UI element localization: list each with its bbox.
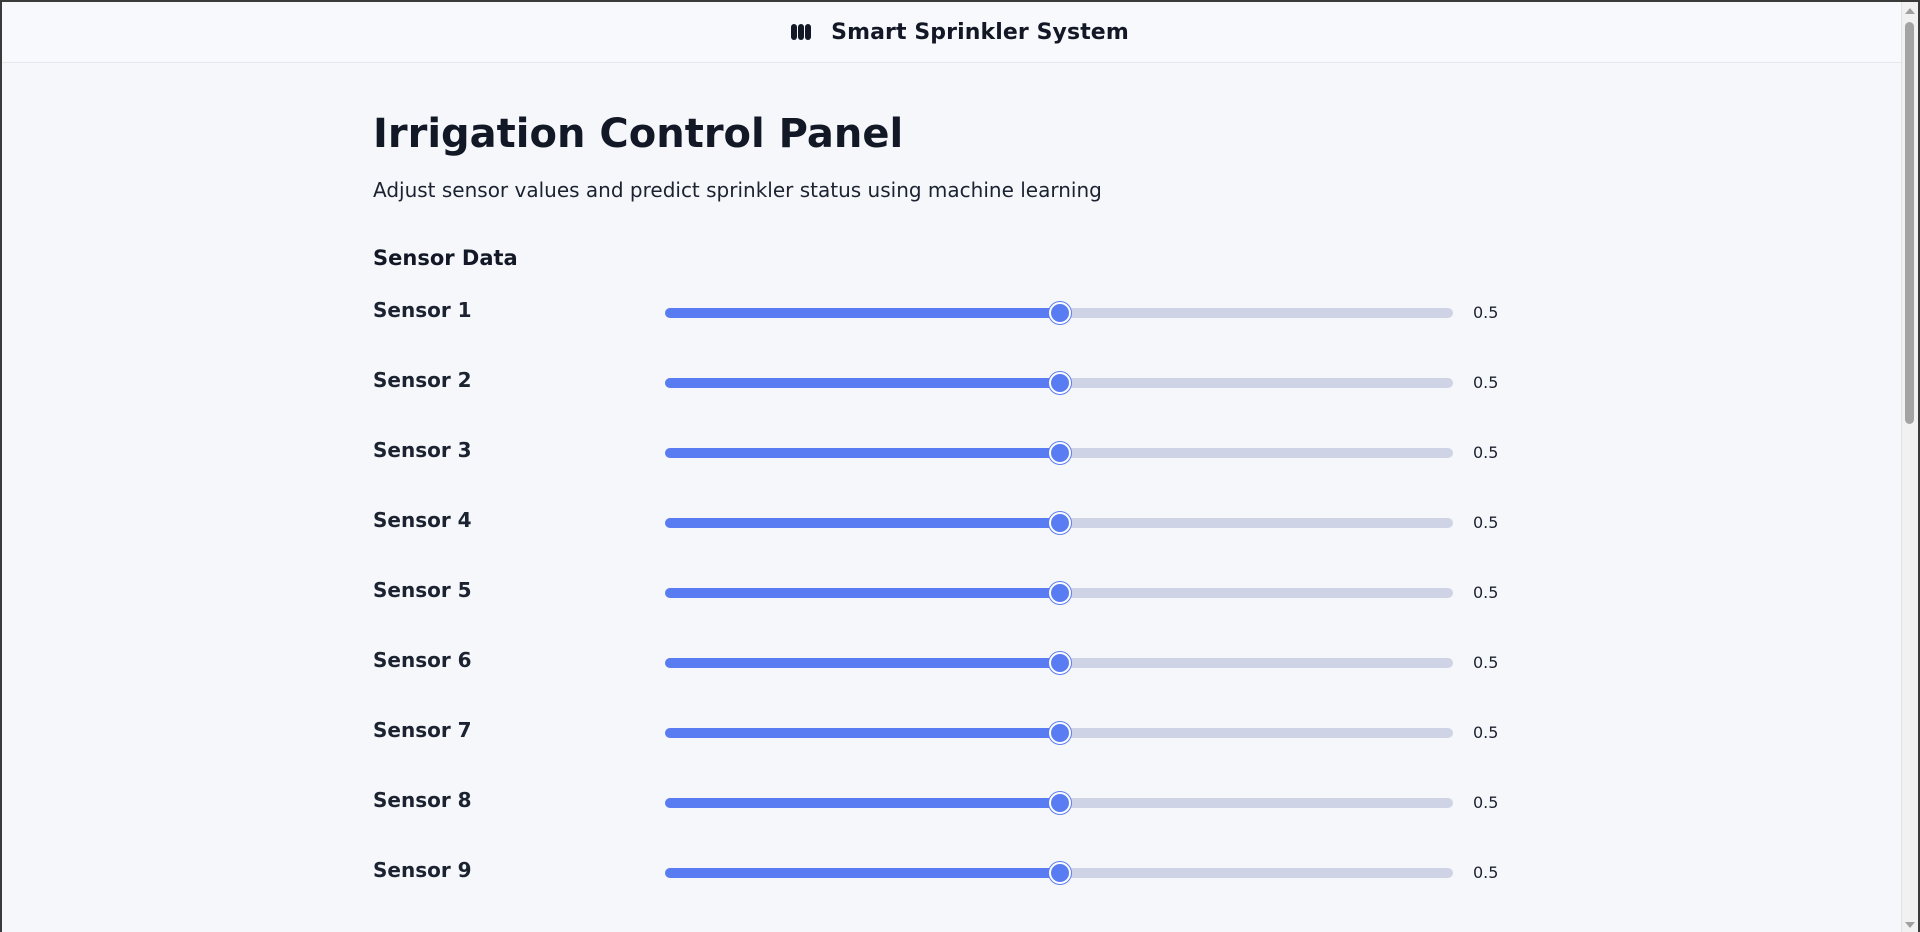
sensor-slider[interactable]: [665, 722, 1453, 744]
sensor-value: 0.5: [1473, 373, 1499, 392]
main-content: Irrigation Control Panel Adjust sensor v…: [373, 62, 1513, 918]
sensor-slider[interactable]: [665, 302, 1453, 324]
sensor-label: Sensor 4: [373, 508, 472, 532]
page-title: Irrigation Control Panel: [373, 111, 904, 157]
sensor-label: Sensor 9: [373, 858, 472, 882]
sensor-row: Sensor 7 0.5: [373, 708, 1513, 778]
sensor-value: 0.5: [1473, 793, 1499, 812]
section-title-sensor-data: Sensor Data: [373, 246, 518, 270]
slider-fill: [665, 868, 1059, 878]
slider-fill: [665, 798, 1059, 808]
slider-thumb[interactable]: [1049, 722, 1071, 744]
sensor-value: 0.5: [1473, 303, 1499, 322]
sensor-row: Sensor 9 0.5: [373, 848, 1513, 918]
logo-bar: [791, 24, 798, 40]
slider-fill: [665, 518, 1059, 528]
top-header: Smart Sprinkler System: [2, 2, 1918, 63]
sensor-slider[interactable]: [665, 442, 1453, 464]
sensor-list: Sensor 1 0.5 Sensor 2 0.5 Sensor 3 0.5 S…: [373, 288, 1513, 918]
slider-thumb[interactable]: [1049, 862, 1071, 884]
slider-thumb[interactable]: [1049, 442, 1071, 464]
sensor-slider[interactable]: [665, 582, 1453, 604]
vertical-scrollbar[interactable]: [1901, 2, 1918, 932]
sensor-slider[interactable]: [665, 512, 1453, 534]
page-subtitle: Adjust sensor values and predict sprinkl…: [373, 178, 1102, 202]
sensor-value: 0.5: [1473, 443, 1499, 462]
sensor-row: Sensor 5 0.5: [373, 568, 1513, 638]
slider-fill: [665, 308, 1059, 318]
slider-fill: [665, 588, 1059, 598]
sensor-row: Sensor 4 0.5: [373, 498, 1513, 568]
sensor-label: Sensor 5: [373, 578, 472, 602]
slider-fill: [665, 728, 1059, 738]
scrollbar-thumb[interactable]: [1905, 22, 1914, 424]
scroll-down-arrow-icon[interactable]: [1905, 922, 1915, 928]
sensor-label: Sensor 6: [373, 648, 472, 672]
sensor-slider[interactable]: [665, 792, 1453, 814]
slider-thumb[interactable]: [1049, 582, 1071, 604]
sensor-label: Sensor 2: [373, 368, 472, 392]
slider-thumb[interactable]: [1049, 512, 1071, 534]
sensor-value: 0.5: [1473, 653, 1499, 672]
sensor-row: Sensor 8 0.5: [373, 778, 1513, 848]
sensor-row: Sensor 2 0.5: [373, 358, 1513, 428]
logo-bar: [798, 24, 805, 40]
sensor-row: Sensor 6 0.5: [373, 638, 1513, 708]
sensor-value: 0.5: [1473, 863, 1499, 882]
sensor-slider[interactable]: [665, 862, 1453, 884]
sensor-value: 0.5: [1473, 583, 1499, 602]
slider-fill: [665, 658, 1059, 668]
sensor-label: Sensor 3: [373, 438, 472, 462]
scroll-up-arrow-icon[interactable]: [1905, 8, 1915, 14]
app-window: Smart Sprinkler System Irrigation Contro…: [0, 0, 1920, 932]
sensor-row: Sensor 3 0.5: [373, 428, 1513, 498]
slider-fill: [665, 378, 1059, 388]
sensor-row: Sensor 1 0.5: [373, 288, 1513, 358]
slider-fill: [665, 448, 1059, 458]
sensor-value: 0.5: [1473, 723, 1499, 742]
slider-thumb[interactable]: [1049, 372, 1071, 394]
app-title: Smart Sprinkler System: [831, 19, 1129, 45]
slider-thumb[interactable]: [1049, 652, 1071, 674]
sensor-label: Sensor 1: [373, 298, 472, 322]
sensor-label: Sensor 8: [373, 788, 472, 812]
sensor-slider[interactable]: [665, 652, 1453, 674]
sensor-label: Sensor 7: [373, 718, 472, 742]
sensor-slider[interactable]: [665, 372, 1453, 394]
slider-thumb[interactable]: [1049, 302, 1071, 324]
logo-bar: [805, 24, 812, 40]
slider-thumb[interactable]: [1049, 792, 1071, 814]
sprinkler-logo-icon: [791, 24, 812, 40]
sensor-value: 0.5: [1473, 513, 1499, 532]
